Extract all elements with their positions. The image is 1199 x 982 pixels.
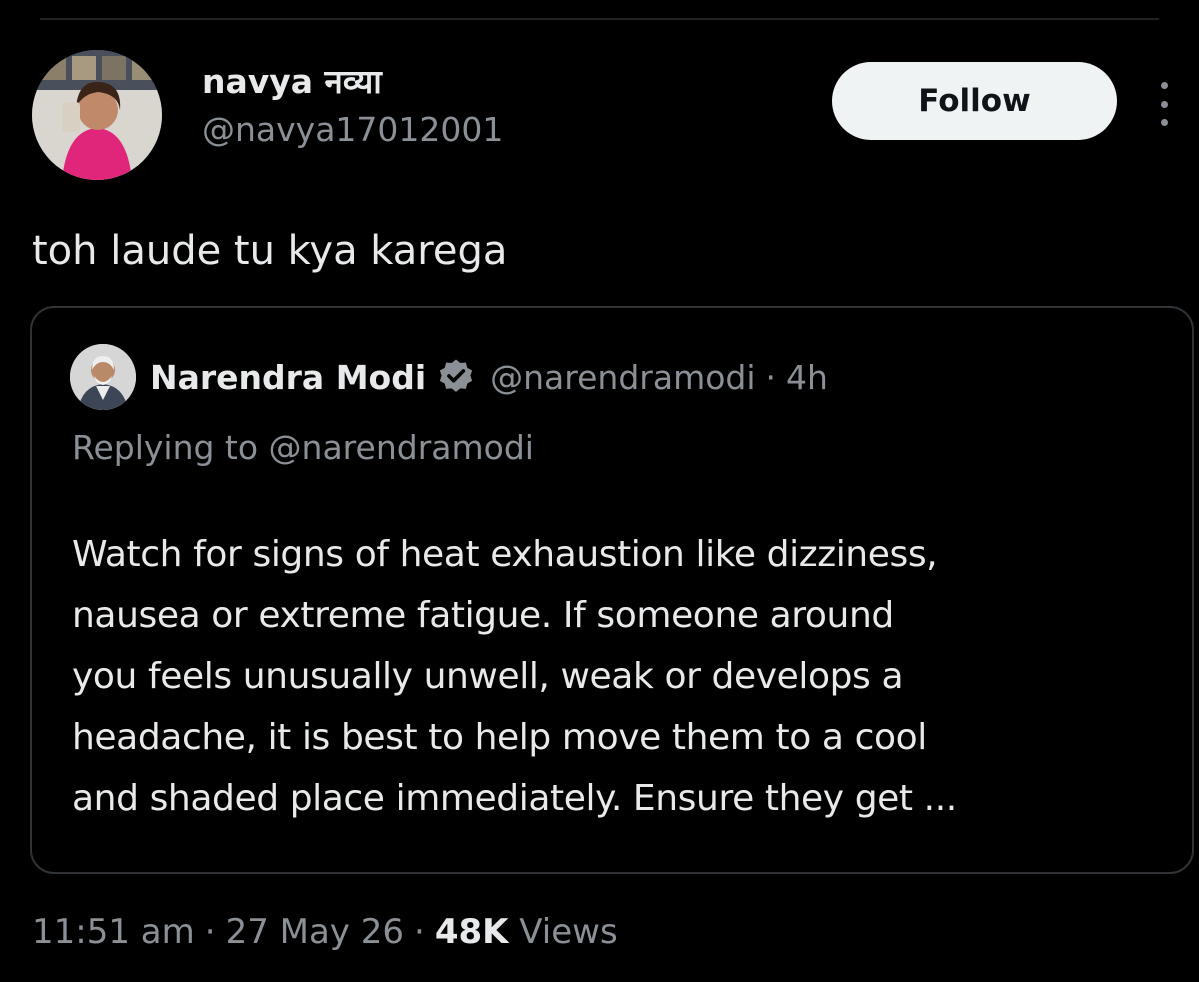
verified-badge-icon xyxy=(439,359,473,392)
quoted-tweet-card[interactable]: Narendra Modi @narendramodi · 4h Replyin… xyxy=(30,306,1194,874)
follow-button[interactable]: Follow xyxy=(832,62,1117,140)
quoted-tweet-line: you feels unusually unwell, weak or deve… xyxy=(72,656,904,697)
separator-dot: · xyxy=(765,357,777,397)
author-avatar[interactable] xyxy=(32,50,162,180)
top-divider xyxy=(40,18,1159,20)
quoted-tweet-line: headache, it is best to help move them t… xyxy=(72,717,927,758)
more-dot xyxy=(1160,82,1168,89)
tweet-text: toh laude tu kya karega xyxy=(32,228,508,274)
replying-to-line: Replying to @narendramodi xyxy=(72,428,534,467)
separator-dot: · xyxy=(204,912,216,952)
more-dot xyxy=(1160,100,1168,108)
author-handle[interactable]: @navya17012001 xyxy=(202,108,503,152)
tweet-header: navya नव्या @navya17012001 Follow xyxy=(32,50,1172,190)
quoted-author-avatar[interactable] xyxy=(70,344,136,410)
replying-prefix: Replying to xyxy=(72,428,259,467)
quoted-tweet-body: Watch for signs of heat exhaustion like … xyxy=(72,524,1182,829)
quoted-author-handle[interactable]: @narendramodi xyxy=(490,358,755,397)
quoted-tweet-time[interactable]: 4h xyxy=(786,358,828,397)
tweet-date[interactable]: 27 May 26 xyxy=(226,912,404,952)
tweet-meta: 11:51 am · 27 May 26 · 48K Views xyxy=(32,902,618,962)
author-name-block: navya नव्या @navya17012001 xyxy=(202,62,503,152)
quoted-author-display-name[interactable]: Narendra Modi xyxy=(150,358,426,397)
author-avatar-image xyxy=(32,50,162,180)
replying-to-mention[interactable]: @narendramodi xyxy=(269,428,534,467)
more-dot xyxy=(1160,119,1168,126)
separator-dot: · xyxy=(414,912,425,952)
views-count: 48K xyxy=(434,912,509,952)
quoted-tweet-line: nausea or extreme fatigue. If someone ar… xyxy=(72,595,894,636)
quoted-author-avatar-image xyxy=(70,344,136,410)
tweet-timestamp[interactable]: 11:51 am xyxy=(32,912,195,952)
author-display-name[interactable]: navya नव्या xyxy=(202,62,503,102)
quoted-tweet-line: and shaded place immediately. Ensure the… xyxy=(72,778,957,819)
quoted-tweet-header: Narendra Modi @narendramodi · 4h xyxy=(70,344,828,410)
quoted-tweet-line: Watch for signs of heat exhaustion like … xyxy=(72,534,938,575)
more-vertical-icon[interactable] xyxy=(1152,82,1176,126)
views-label: Views xyxy=(519,912,618,952)
